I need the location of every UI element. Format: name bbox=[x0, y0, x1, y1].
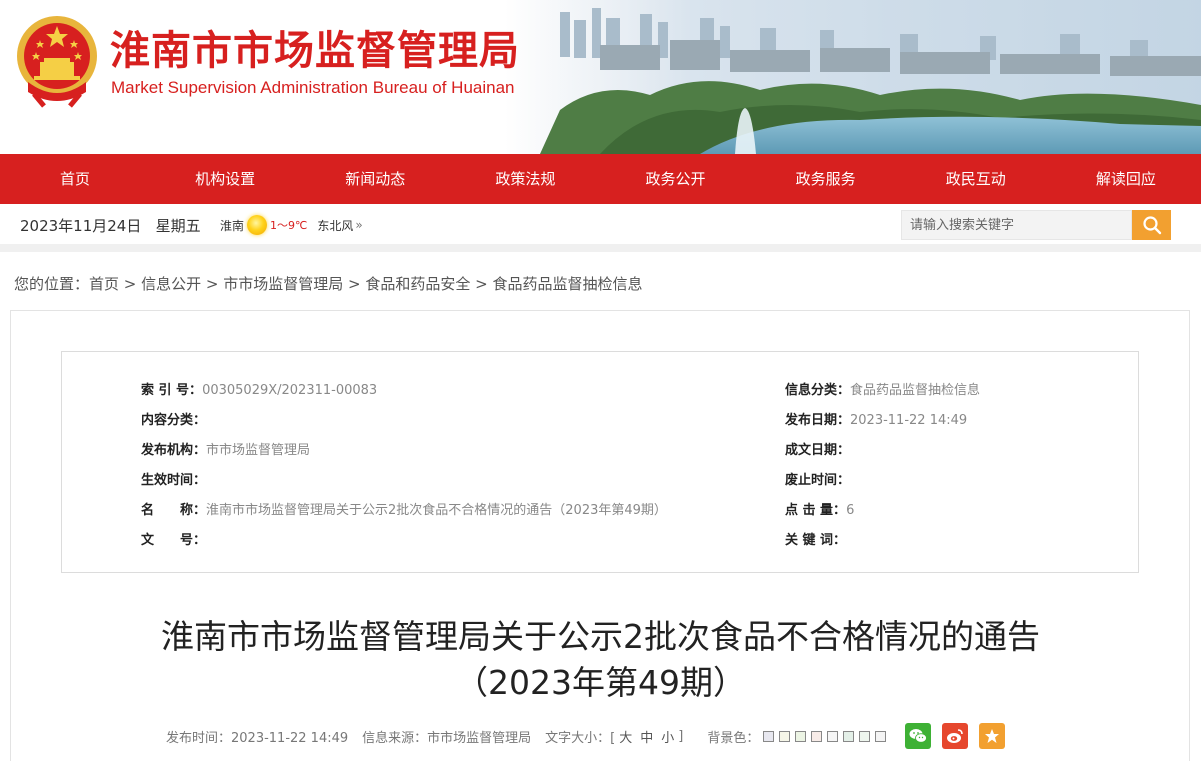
meta-label: 废止时间： bbox=[785, 473, 851, 488]
meta-content-category: 内容分类： bbox=[141, 409, 206, 428]
meta-label: 发布机构： bbox=[141, 443, 207, 458]
nav-item-interpretation[interactable]: 解读回应 bbox=[1051, 154, 1201, 204]
meta-label: 内容分类： bbox=[141, 413, 207, 428]
double-chevron-right-icon: » bbox=[355, 218, 363, 232]
background-color-label: 背景色： bbox=[707, 730, 760, 746]
meta-value: 市市场监督管理局 bbox=[206, 443, 311, 458]
meta-label: 文 号： bbox=[141, 533, 207, 548]
wechat-glyph bbox=[909, 729, 928, 743]
info-bar: 2023年11月24日 星期五 淮南 1～9℃ 东北风 » bbox=[0, 204, 1201, 244]
bg-color-swatch-2[interactable] bbox=[779, 730, 791, 742]
meta-written-date: 成文日期： bbox=[785, 439, 850, 458]
font-size-label: 文字大小：[ bbox=[545, 730, 616, 746]
font-size-large-button[interactable]: 大 bbox=[619, 727, 632, 746]
breadcrumb-separator: > bbox=[119, 275, 142, 293]
breadcrumb-inspection-info[interactable]: 食品药品监督抽检信息 bbox=[493, 275, 643, 293]
national-emblem-icon bbox=[17, 16, 97, 108]
publication-info-bar: 发布时间：2023-11-22 14:49 信息来源：市市场监督管理局 文字大小… bbox=[166, 723, 1016, 749]
article-title-line-2: （2023年第49期） bbox=[455, 663, 746, 702]
meta-value: 00305029X/202311-00083 bbox=[202, 383, 378, 398]
meta-label: 发布日期： bbox=[785, 413, 851, 428]
meta-value: 淮南市市场监督管理局关于公示2批次食品不合格情况的通告（2023年第49期） bbox=[206, 503, 667, 518]
section-divider bbox=[0, 244, 1201, 252]
weather-temperature: 1～9℃ bbox=[270, 219, 308, 232]
meta-value: 6 bbox=[846, 503, 855, 518]
weather-wind: 东北风 bbox=[317, 218, 354, 233]
meta-document-name: 名 称：淮南市市场监督管理局关于公示2批次食品不合格情况的通告（2023年第49… bbox=[141, 499, 667, 518]
search-icon bbox=[1142, 216, 1161, 235]
site-title: 淮南市市场监督管理局 bbox=[110, 28, 520, 74]
meta-publisher: 发布机构：市市场监督管理局 bbox=[141, 439, 310, 458]
breadcrumb-separator: > bbox=[201, 275, 224, 293]
bg-color-swatch-5[interactable] bbox=[827, 730, 839, 742]
font-size-medium-button[interactable]: 中 bbox=[640, 727, 653, 746]
meta-value: 2023-11-22 14:49 bbox=[850, 413, 968, 428]
search-box bbox=[901, 210, 1132, 240]
search-button[interactable] bbox=[1132, 210, 1171, 240]
meta-view-count: 点 击 量：6 bbox=[785, 499, 854, 518]
meta-keywords: 关 键 词： bbox=[785, 529, 846, 548]
bg-color-swatch-3[interactable] bbox=[795, 730, 807, 742]
meta-label: 信息分类： bbox=[785, 383, 851, 398]
article-title-line-1: 淮南市市场监督管理局关于公示2批次食品不合格情况的通告 bbox=[161, 617, 1040, 656]
bg-color-swatch-8[interactable] bbox=[875, 730, 887, 742]
info-source: 信息来源：市市场监督管理局 bbox=[362, 730, 532, 746]
bg-color-swatch-1[interactable] bbox=[763, 730, 775, 742]
meta-value: 食品药品监督抽检信息 bbox=[850, 383, 981, 398]
sun-icon bbox=[247, 215, 268, 235]
breadcrumb-prefix: 您的位置： bbox=[14, 275, 90, 293]
site-subtitle: Market Supervision Administration Bureau… bbox=[111, 78, 515, 97]
wechat-icon[interactable] bbox=[905, 723, 932, 749]
breadcrumb-separator: > bbox=[470, 275, 493, 293]
meta-label: 生效时间： bbox=[141, 473, 207, 488]
nav-item-home[interactable]: 首页 bbox=[0, 154, 150, 204]
breadcrumb-home[interactable]: 首页 bbox=[89, 275, 119, 293]
bg-color-swatch-4[interactable] bbox=[811, 730, 823, 742]
meta-abolish-time: 废止时间： bbox=[785, 469, 850, 488]
meta-publish-date: 发布日期：2023-11-22 14:49 bbox=[785, 409, 967, 428]
nav-item-policies[interactable]: 政策法规 bbox=[450, 154, 600, 204]
nav-item-organization[interactable]: 机构设置 bbox=[150, 154, 300, 204]
weather-city: 淮南 bbox=[220, 218, 245, 233]
meta-label: 关 键 词： bbox=[785, 533, 847, 548]
background-color-swatches bbox=[763, 730, 891, 742]
nav-item-public-interaction[interactable]: 政民互动 bbox=[901, 154, 1051, 204]
nav-item-government-disclosure[interactable]: 政务公开 bbox=[601, 154, 751, 204]
breadcrumb: 您的位置：首页 > 信息公开 > 市市场监督管理局 > 食品和药品安全 > 食品… bbox=[14, 273, 643, 294]
star-glyph bbox=[985, 729, 1000, 743]
favorite-star-icon[interactable] bbox=[979, 723, 1006, 749]
weather-widget[interactable]: 淮南 1～9℃ 东北风 » bbox=[220, 215, 363, 235]
meta-label: 索 引 号： bbox=[141, 383, 203, 398]
publish-time: 发布时间：2023-11-22 14:49 bbox=[166, 730, 349, 746]
site-header: 淮南市市场监督管理局 Market Supervision Administra… bbox=[0, 0, 1201, 154]
meta-label: 名 称： bbox=[141, 503, 207, 518]
breadcrumb-info-disclosure[interactable]: 信息公开 bbox=[141, 275, 201, 293]
main-nav: 首页 机构设置 新闻动态 政策法规 政务公开 政务服务 政民互动 解读回应 bbox=[0, 154, 1201, 204]
meta-effective-time: 生效时间： bbox=[141, 469, 206, 488]
font-size-small-button[interactable]: 小 bbox=[661, 727, 674, 746]
nav-item-news[interactable]: 新闻动态 bbox=[300, 154, 450, 204]
breadcrumb-food-drug-safety[interactable]: 食品和药品安全 bbox=[365, 275, 470, 293]
current-date: 2023年11月24日 星期五 bbox=[20, 215, 201, 236]
search-input[interactable] bbox=[902, 211, 1131, 239]
font-size-close: ] bbox=[678, 728, 684, 744]
weekday-text: 星期五 bbox=[155, 217, 201, 235]
meta-document-number: 文 号： bbox=[141, 529, 206, 548]
weibo-glyph bbox=[947, 729, 964, 743]
nav-item-government-services[interactable]: 政务服务 bbox=[751, 154, 901, 204]
meta-label: 成文日期： bbox=[785, 443, 851, 458]
meta-label: 点 击 量： bbox=[785, 503, 847, 518]
meta-index-number: 索 引 号：00305029X/202311-00083 bbox=[141, 379, 377, 398]
bg-color-swatch-6[interactable] bbox=[843, 730, 855, 742]
breadcrumb-separator: > bbox=[343, 275, 366, 293]
bg-color-swatch-7[interactable] bbox=[859, 730, 871, 742]
breadcrumb-bureau[interactable]: 市市场监督管理局 bbox=[223, 275, 343, 293]
date-text: 2023年11月24日 bbox=[20, 217, 142, 235]
weibo-icon[interactable] bbox=[942, 723, 969, 749]
meta-info-category: 信息分类：食品药品监督抽检信息 bbox=[785, 379, 980, 398]
